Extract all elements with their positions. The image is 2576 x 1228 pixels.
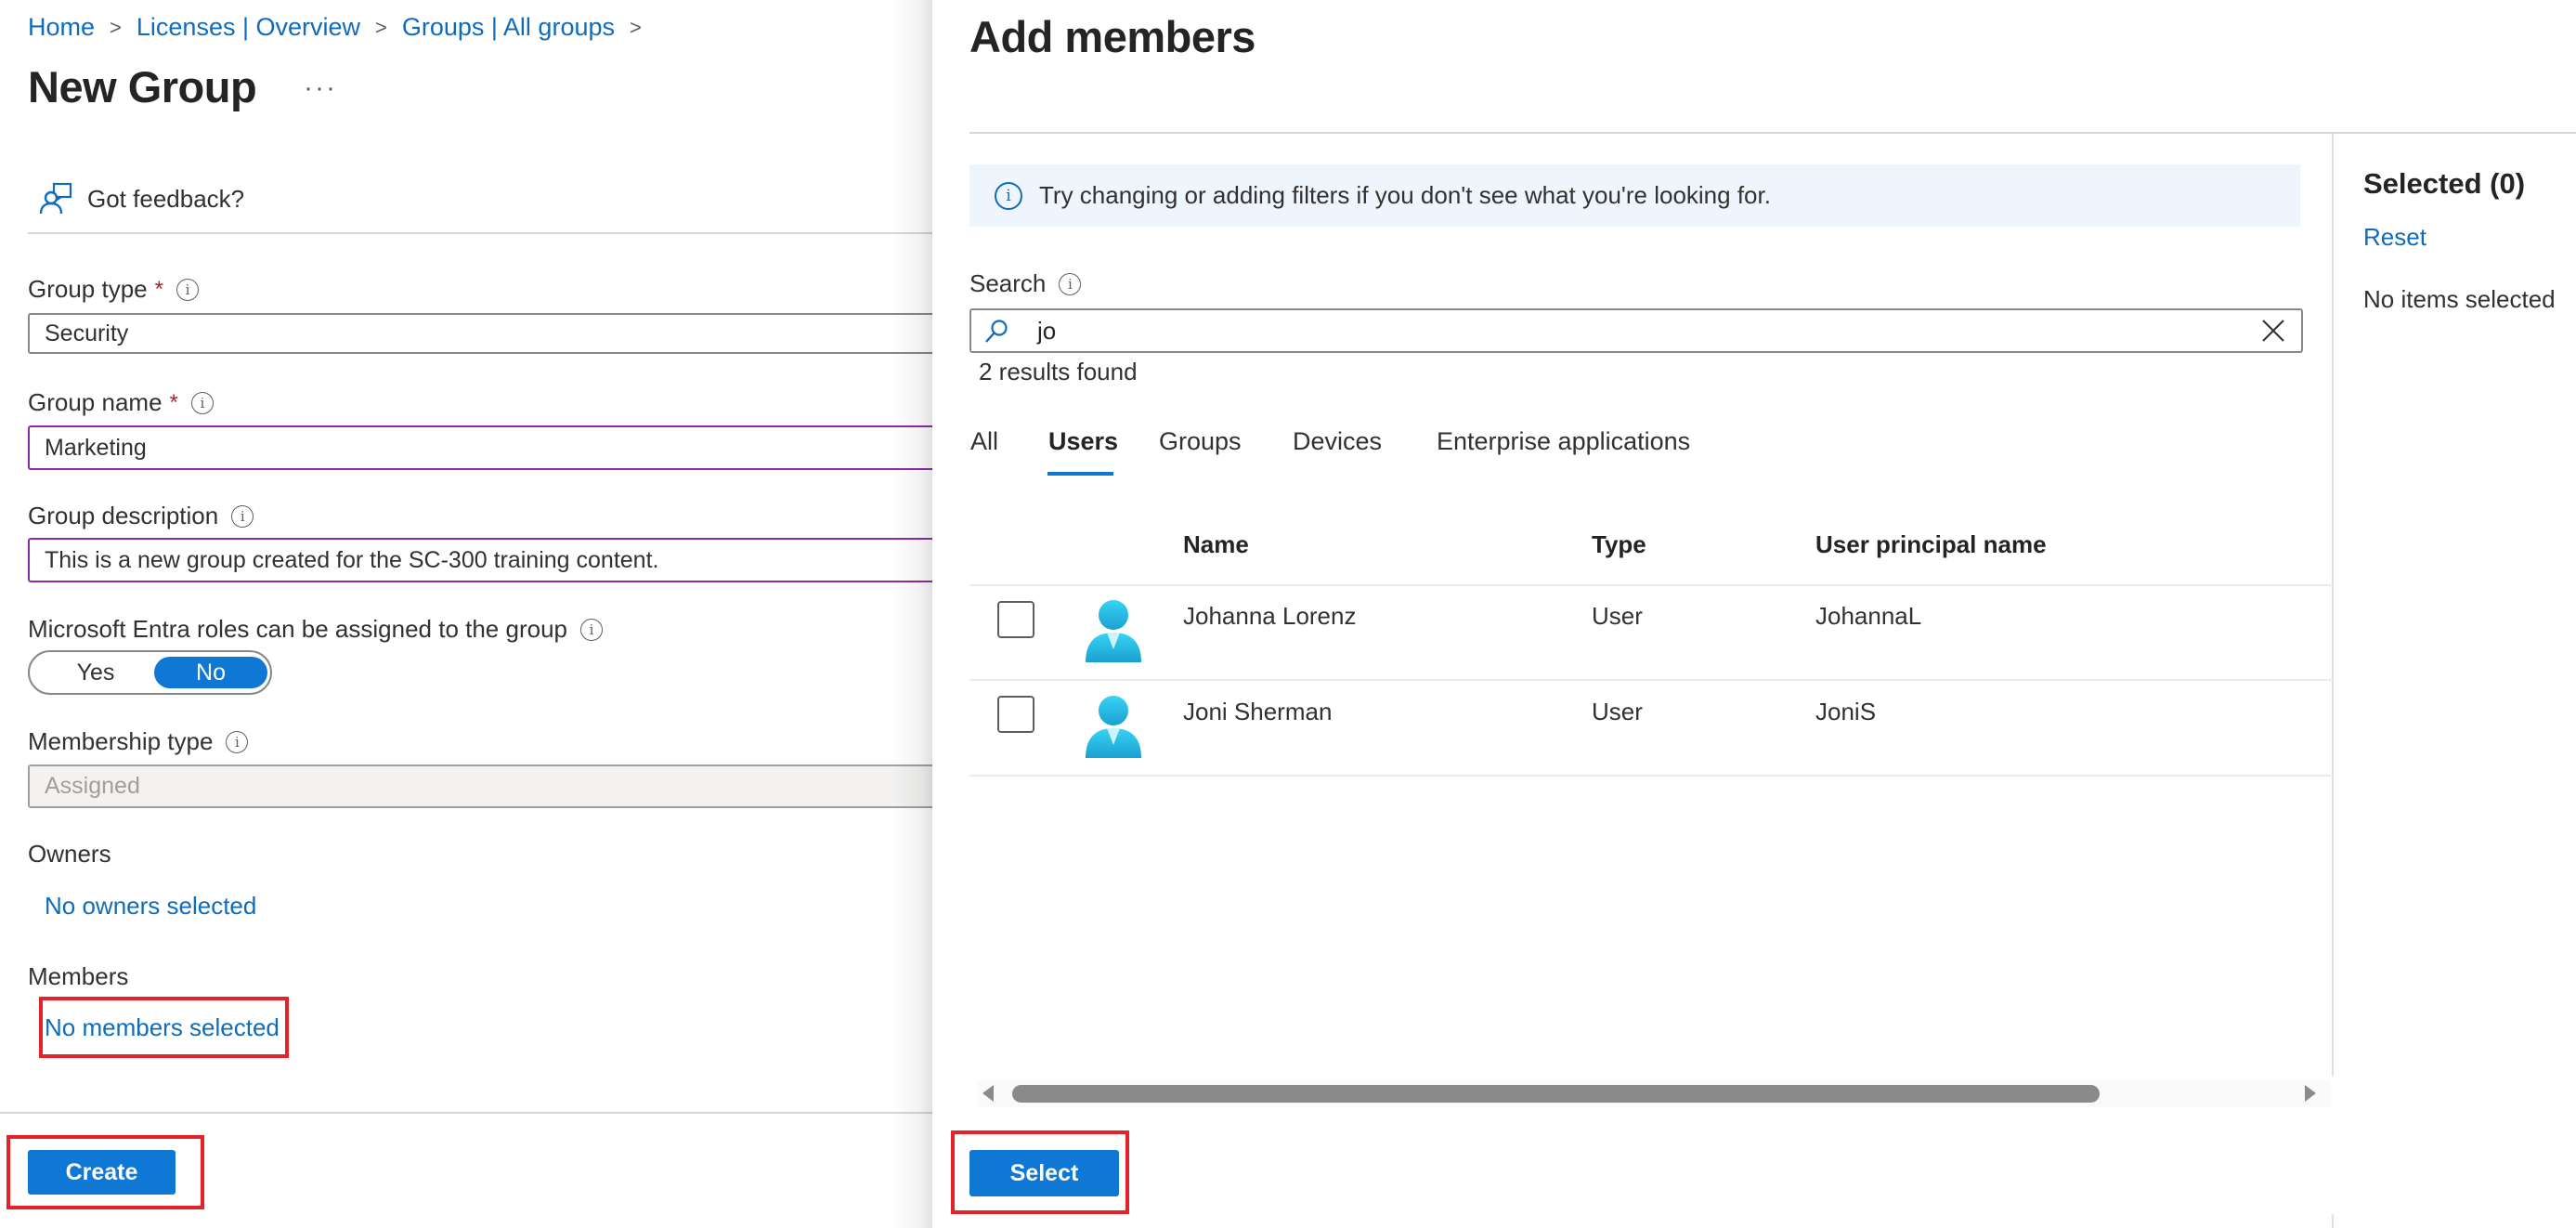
membership-type-select: Assigned xyxy=(28,764,947,808)
info-icon[interactable]: i xyxy=(226,730,249,753)
group-name-input[interactable]: Marketing xyxy=(28,425,947,470)
required-asterisk: * xyxy=(154,276,163,302)
create-button[interactable]: Create xyxy=(28,1150,176,1195)
search-label-text: Search xyxy=(969,269,1047,297)
membership-type-label: Membership type i xyxy=(28,727,249,756)
row-checkbox[interactable] xyxy=(997,696,1034,733)
info-icon[interactable]: i xyxy=(580,618,603,641)
search-icon xyxy=(985,320,1008,343)
row-upn: JohannaL xyxy=(1815,602,1922,630)
entra-roles-label-text: Microsoft Entra roles can be assigned to… xyxy=(28,615,567,643)
row-name: Johanna Lorenz xyxy=(1183,602,1357,630)
user-avatar-icon xyxy=(1086,600,1141,662)
info-icon: i xyxy=(995,181,1022,210)
tab-users[interactable]: Users xyxy=(1048,427,1118,456)
reset-link[interactable]: Reset xyxy=(2363,223,2426,252)
toggle-option-yes[interactable]: Yes xyxy=(39,657,152,688)
tab-groups[interactable]: Groups xyxy=(1159,427,1242,456)
table-row[interactable] xyxy=(969,586,2333,679)
user-avatar-icon xyxy=(1086,696,1141,758)
scroll-left-arrow-icon[interactable] xyxy=(982,1085,994,1102)
info-icon[interactable]: i xyxy=(1059,272,1082,295)
group-description-label: Group description i xyxy=(28,502,254,530)
row-upn: JoniS xyxy=(1815,698,1877,725)
row-divider xyxy=(969,775,2333,777)
members-link[interactable]: No members selected xyxy=(45,1013,280,1042)
column-header-upn[interactable]: User principal name xyxy=(1815,530,2047,559)
group-name-label: Group name * i xyxy=(28,388,214,417)
owners-label: Owners xyxy=(28,840,111,868)
required-asterisk: * xyxy=(169,389,178,415)
membership-type-label-text: Membership type xyxy=(28,727,214,755)
toggle-option-no[interactable]: No xyxy=(154,657,267,688)
group-type-label: Group type * i xyxy=(28,275,199,304)
flyout-header-divider xyxy=(969,132,2576,134)
clear-icon[interactable] xyxy=(2260,318,2286,344)
row-type: User xyxy=(1592,602,1643,630)
owners-link[interactable]: No owners selected xyxy=(45,892,256,921)
info-icon[interactable]: i xyxy=(190,391,214,414)
search-input[interactable]: jo xyxy=(969,308,2303,353)
table-row[interactable] xyxy=(969,681,2333,774)
row-name: Joni Sherman xyxy=(1183,698,1333,725)
more-options-button[interactable]: ··· xyxy=(304,72,337,104)
feedback-button[interactable]: Got feedback? xyxy=(39,182,244,216)
members-label: Members xyxy=(28,962,129,990)
feedback-label: Got feedback? xyxy=(87,184,245,213)
no-items-selected-text: No items selected xyxy=(2363,285,2556,313)
scrollbar-thumb[interactable] xyxy=(1012,1085,2100,1103)
chevron-right-icon: > xyxy=(630,15,642,39)
entra-roles-label: Microsoft Entra roles can be assigned to… xyxy=(28,615,603,644)
selected-pane-divider xyxy=(2332,1214,2334,1228)
chevron-right-icon: > xyxy=(110,15,122,39)
tab-devices[interactable]: Devices xyxy=(1293,427,1382,456)
group-type-select[interactable]: Security xyxy=(28,313,947,354)
flyout-shadow xyxy=(891,0,932,1228)
breadcrumb-licenses-overview[interactable]: Licenses | Overview xyxy=(137,13,360,42)
group-description-label-text: Group description xyxy=(28,502,219,529)
entra-roles-toggle[interactable]: Yes No xyxy=(28,650,272,695)
info-icon[interactable]: i xyxy=(231,504,254,528)
page-title: New Group xyxy=(28,62,257,111)
row-checkbox[interactable] xyxy=(997,601,1034,638)
row-type: User xyxy=(1592,698,1643,725)
tab-enterprise-applications[interactable]: Enterprise applications xyxy=(1437,427,1690,456)
breadcrumb-home[interactable]: Home xyxy=(28,13,95,42)
info-message-bar: i Try changing or adding filters if you … xyxy=(969,164,2300,227)
feedback-icon xyxy=(39,182,72,215)
results-count: 2 results found xyxy=(979,358,1138,385)
info-icon[interactable]: i xyxy=(176,278,199,301)
column-header-name[interactable]: Name xyxy=(1183,530,1249,559)
active-tab-indicator xyxy=(1047,472,1113,476)
chevron-right-icon: > xyxy=(375,15,387,39)
group-description-input[interactable]: This is a new group created for the SC-3… xyxy=(28,538,947,582)
selected-count-title: Selected (0) xyxy=(2363,167,2526,200)
header-divider xyxy=(28,232,933,234)
breadcrumb: Home > Licenses | Overview > Groups | Al… xyxy=(28,13,657,42)
flyout-title: Add members xyxy=(969,12,1255,61)
search-label: Search i xyxy=(969,269,1082,298)
column-header-type[interactable]: Type xyxy=(1592,530,1646,559)
breadcrumb-groups-all-groups[interactable]: Groups | All groups xyxy=(402,13,615,42)
info-message-text: Try changing or adding filters if you do… xyxy=(1039,181,1771,209)
scroll-right-arrow-icon[interactable] xyxy=(2305,1085,2316,1102)
search-value: jo xyxy=(1037,317,1057,345)
group-name-label-text: Group name xyxy=(28,388,163,416)
select-button[interactable]: Select xyxy=(969,1150,1119,1196)
tab-all[interactable]: All xyxy=(970,427,998,456)
group-type-label-text: Group type xyxy=(28,275,148,303)
